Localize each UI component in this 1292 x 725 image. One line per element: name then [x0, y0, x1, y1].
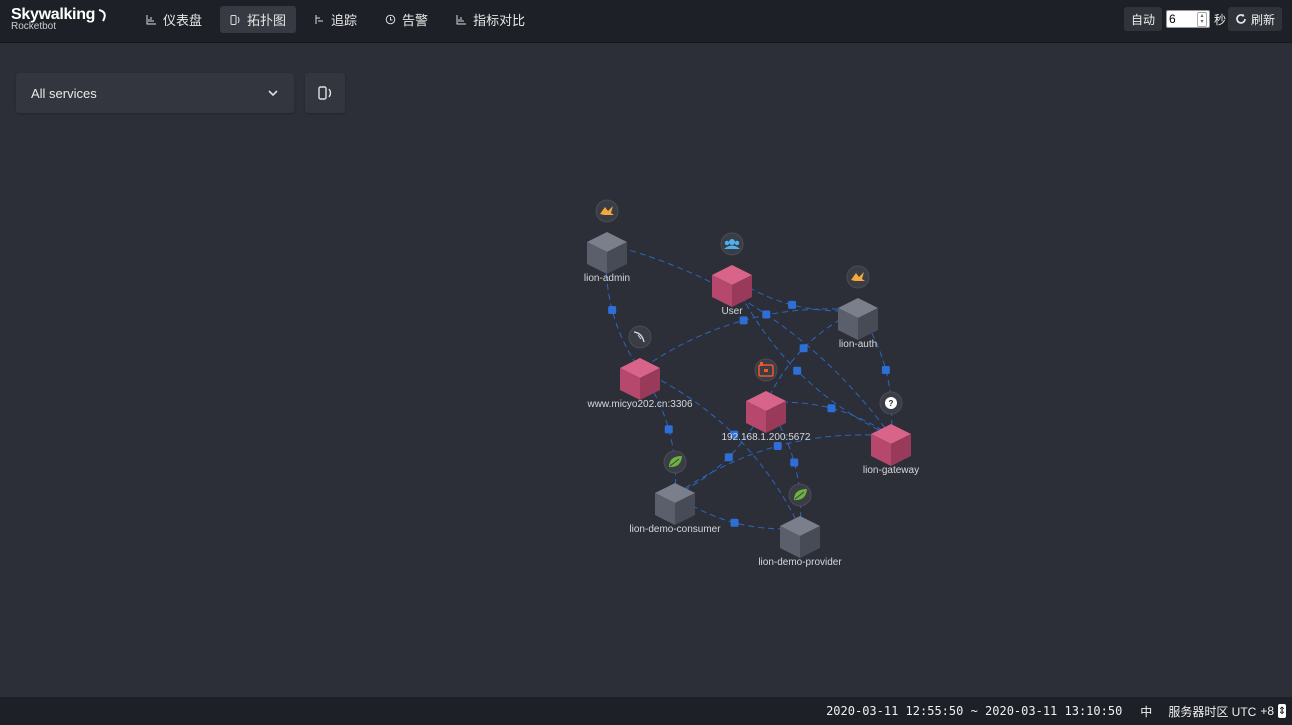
- link-anchor[interactable]: [773, 442, 782, 451]
- node-label: lion-demo-consumer: [629, 524, 721, 535]
- node-label: lion-gateway: [863, 465, 919, 476]
- link-anchor[interactable]: [730, 518, 739, 527]
- node-lion-gateway[interactable]: ? lion-gateway: [863, 391, 919, 476]
- link-anchor[interactable]: [827, 404, 836, 413]
- mysql-icon: [628, 325, 652, 349]
- node-label: lion-admin: [584, 273, 630, 284]
- topology-graph: lion-admin User lion-auth www.micyo202.cn:3…: [584, 199, 919, 568]
- link-anchor[interactable]: [724, 453, 733, 462]
- time-range[interactable]: 2020-03-11 12:55:50 ~ 2020-03-11 13:10:5…: [826, 704, 1122, 718]
- link-anchor[interactable]: [790, 458, 799, 467]
- node-lion-auth[interactable]: lion-auth: [838, 265, 878, 350]
- tomcat-icon: [595, 199, 619, 223]
- tomcat-icon: [846, 265, 870, 289]
- node-label: lion-demo-provider: [758, 557, 842, 568]
- unknown-icon: ?: [879, 391, 903, 415]
- timezone-spinner-icon[interactable]: ⇕: [1278, 704, 1286, 718]
- node-label: 192.168.1.200:5672: [722, 432, 811, 443]
- users-icon: [720, 232, 744, 256]
- timezone-value: +8: [1260, 704, 1274, 718]
- node-mysql[interactable]: www.micyo202.cn:3306: [586, 325, 693, 410]
- link-anchor[interactable]: [793, 366, 802, 375]
- svg-text:?: ?: [889, 399, 894, 408]
- node-label: www.micyo202.cn:3306: [586, 399, 692, 410]
- link-anchor[interactable]: [762, 310, 771, 319]
- topology-link[interactable]: [674, 434, 892, 496]
- nodes-layer: lion-admin User lion-auth www.micyo202.cn:3…: [584, 199, 919, 568]
- spring-icon: [788, 483, 812, 507]
- node-label: lion-auth: [839, 339, 877, 350]
- link-anchor[interactable]: [799, 344, 808, 353]
- rabbitmq-icon: [754, 358, 778, 382]
- node-lion-admin[interactable]: lion-admin: [584, 199, 630, 284]
- footer-bar: 2020-03-11 12:55:50 ~ 2020-03-11 13:10:5…: [0, 697, 1292, 725]
- node-lion-demo-provider[interactable]: lion-demo-provider: [758, 483, 842, 568]
- timezone-label: 服务器时区 UTC: [1168, 704, 1257, 719]
- topology-link[interactable]: [639, 308, 859, 371]
- language-toggle[interactable]: 中: [1140, 703, 1152, 720]
- spring-icon: [663, 450, 687, 474]
- link-anchor[interactable]: [788, 300, 797, 309]
- link-anchor[interactable]: [881, 366, 890, 375]
- node-label: User: [721, 306, 743, 317]
- link-anchor[interactable]: [739, 316, 748, 325]
- link-anchor[interactable]: [608, 305, 617, 314]
- node-lion-demo-consumer[interactable]: lion-demo-consumer: [629, 450, 721, 535]
- link-anchor[interactable]: [664, 425, 673, 434]
